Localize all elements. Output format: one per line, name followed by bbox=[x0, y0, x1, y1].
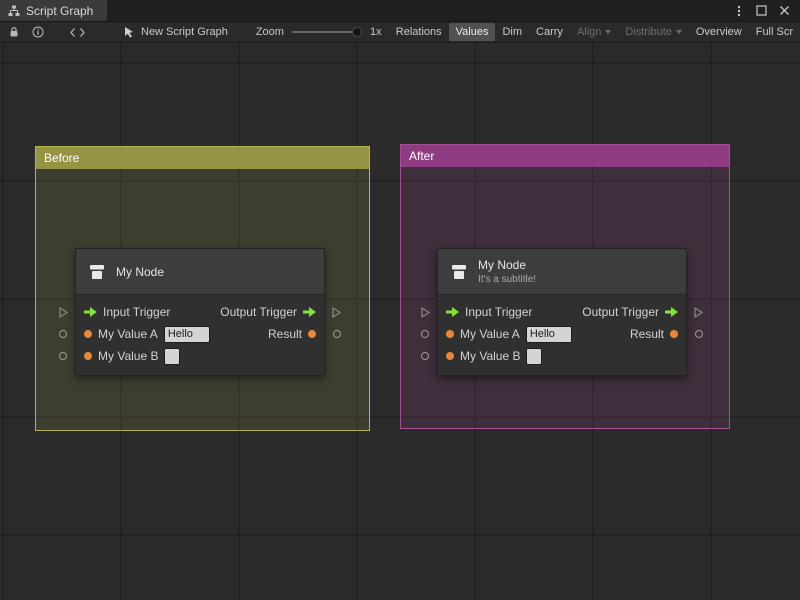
value-a-connector[interactable] bbox=[59, 330, 67, 338]
value-b-port-icon[interactable] bbox=[446, 352, 454, 360]
node-header[interactable]: My Node bbox=[76, 249, 324, 295]
output-trigger-port-icon[interactable] bbox=[303, 307, 316, 317]
window-controls bbox=[734, 0, 800, 21]
tab-script-graph[interactable]: Script Graph bbox=[0, 0, 107, 21]
carry-button[interactable]: Carry bbox=[529, 23, 570, 41]
value-b-port-icon[interactable] bbox=[84, 352, 92, 360]
node-header[interactable]: My Node It's a subtitle! bbox=[438, 249, 686, 295]
port-row-value-b: My Value B bbox=[76, 345, 324, 367]
dim-button[interactable]: Dim bbox=[495, 23, 529, 41]
unit-box-icon bbox=[87, 263, 107, 281]
value-a-port-icon[interactable] bbox=[84, 330, 92, 338]
value-b-connector[interactable] bbox=[421, 352, 429, 360]
chevron-down-icon bbox=[605, 30, 611, 34]
values-button[interactable]: Values bbox=[449, 23, 496, 41]
output-trigger-label: Output Trigger bbox=[582, 305, 659, 319]
graph-name-label: New Script Graph bbox=[141, 26, 228, 38]
titlebar: Script Graph bbox=[0, 0, 800, 22]
fullscreen-button[interactable]: Full Scr bbox=[749, 23, 800, 41]
maximize-icon[interactable] bbox=[756, 5, 767, 16]
relations-button[interactable]: Relations bbox=[389, 23, 449, 41]
value-b-input[interactable] bbox=[164, 348, 180, 365]
value-b-label: My Value B bbox=[98, 349, 158, 363]
node-body: Input Trigger Output Trigger My Value A … bbox=[76, 295, 324, 375]
value-b-label: My Value B bbox=[460, 349, 520, 363]
input-trigger-port-icon[interactable] bbox=[446, 307, 459, 317]
menu-icon[interactable] bbox=[734, 5, 744, 17]
output-trigger-port-icon[interactable] bbox=[665, 307, 678, 317]
zoom-slider[interactable] bbox=[292, 31, 362, 33]
group-after-header[interactable]: After bbox=[401, 145, 729, 167]
node-titles: My Node bbox=[116, 265, 164, 279]
group-before-header[interactable]: Before bbox=[36, 147, 369, 169]
graph-toolbar: New Script Graph Zoom 1x Relations Value… bbox=[0, 22, 800, 43]
graph-cursor-icon bbox=[123, 26, 135, 38]
port-row-value-a: My Value A Result bbox=[76, 323, 324, 345]
distribute-dropdown: Distribute bbox=[618, 23, 688, 41]
group-title: After bbox=[409, 149, 434, 163]
node-my-node-after[interactable]: My Node It's a subtitle! Input Trigger O… bbox=[437, 248, 687, 376]
node-title: My Node bbox=[116, 265, 164, 279]
chevron-down-icon bbox=[676, 30, 682, 34]
graph-canvas[interactable]: Before After My Node Input Tr bbox=[0, 43, 800, 600]
value-a-input[interactable] bbox=[526, 326, 572, 343]
graph-icon bbox=[8, 5, 20, 17]
result-connector[interactable] bbox=[695, 330, 703, 338]
value-a-connector[interactable] bbox=[421, 330, 429, 338]
zoom-slider-knob[interactable] bbox=[352, 27, 362, 37]
value-a-label: My Value A bbox=[98, 327, 158, 341]
graph-name-button[interactable]: New Script Graph bbox=[123, 26, 228, 38]
output-trigger-label: Output Trigger bbox=[220, 305, 297, 319]
input-trigger-label: Input Trigger bbox=[465, 305, 532, 319]
result-connector[interactable] bbox=[333, 330, 341, 338]
node-titles: My Node It's a subtitle! bbox=[478, 258, 536, 285]
zoom-control: Zoom 1x bbox=[256, 26, 382, 38]
input-trigger-port-icon[interactable] bbox=[84, 307, 97, 317]
overview-button[interactable]: Overview bbox=[689, 23, 749, 41]
output-trigger-connector[interactable] bbox=[694, 307, 703, 318]
lock-icon[interactable] bbox=[8, 26, 20, 38]
distribute-label: Distribute bbox=[625, 26, 671, 38]
port-row-value-a: My Value A Result bbox=[438, 323, 686, 345]
node-body: Input Trigger Output Trigger My Value A … bbox=[438, 295, 686, 375]
result-label: Result bbox=[268, 327, 302, 341]
value-b-input[interactable] bbox=[526, 348, 542, 365]
info-icon[interactable] bbox=[32, 26, 44, 38]
close-icon[interactable] bbox=[779, 5, 790, 16]
node-subtitle: It's a subtitle! bbox=[478, 274, 536, 285]
result-port-icon[interactable] bbox=[670, 330, 678, 338]
zoom-label: Zoom bbox=[256, 26, 284, 38]
node-my-node-before[interactable]: My Node Input Trigger Output Trigger bbox=[75, 248, 325, 376]
value-a-port-icon[interactable] bbox=[446, 330, 454, 338]
port-row-value-b: My Value B bbox=[438, 345, 686, 367]
input-trigger-connector[interactable] bbox=[59, 307, 68, 318]
input-trigger-label: Input Trigger bbox=[103, 305, 170, 319]
align-label: Align bbox=[577, 26, 601, 38]
zoom-value: 1x bbox=[370, 26, 382, 38]
result-label: Result bbox=[630, 327, 664, 341]
value-a-input[interactable] bbox=[164, 326, 210, 343]
group-title: Before bbox=[44, 151, 79, 165]
value-b-connector[interactable] bbox=[59, 352, 67, 360]
value-a-label: My Value A bbox=[460, 327, 520, 341]
node-title: My Node bbox=[478, 258, 536, 272]
tab-label: Script Graph bbox=[26, 4, 93, 18]
code-brackets-icon[interactable] bbox=[70, 27, 85, 38]
align-dropdown: Align bbox=[570, 23, 618, 41]
toolbar-buttons: Relations Values Dim Carry Align Distrib… bbox=[389, 23, 800, 41]
port-row-triggers: Input Trigger Output Trigger bbox=[76, 301, 324, 323]
result-port-icon[interactable] bbox=[308, 330, 316, 338]
port-row-triggers: Input Trigger Output Trigger bbox=[438, 301, 686, 323]
unit-box-icon bbox=[449, 263, 469, 281]
output-trigger-connector[interactable] bbox=[332, 307, 341, 318]
input-trigger-connector[interactable] bbox=[421, 307, 430, 318]
